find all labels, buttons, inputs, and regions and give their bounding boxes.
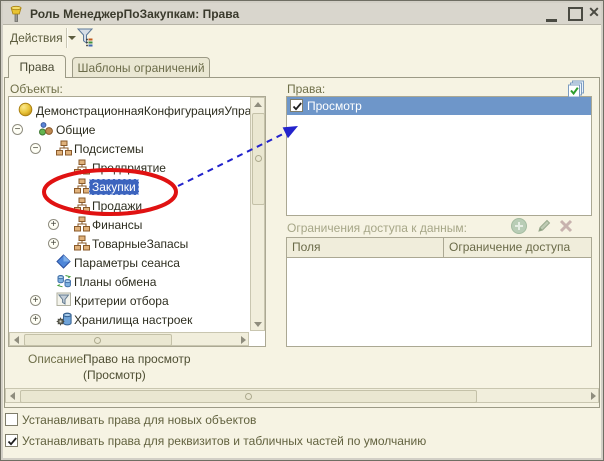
- footer-checkbox-label-0: Устанавливать права для новых объектов: [22, 413, 257, 427]
- actions-menu-button[interactable]: Действия: [6, 28, 80, 48]
- close-button[interactable]: ✕: [586, 3, 602, 21]
- tree-item-label: Параметры сеанса: [74, 256, 180, 270]
- x-icon: [559, 219, 573, 233]
- column-header-restriction[interactable]: Ограничение доступа: [449, 240, 570, 254]
- tree-vscrollbar[interactable]: [250, 97, 265, 331]
- tree-hscroll-thumb[interactable]: [24, 334, 172, 346]
- footer-checkbox-1-checked[interactable]: [5, 434, 18, 447]
- filter-icon: [76, 28, 94, 47]
- subsystem-icon: [74, 197, 90, 213]
- subsystem-icon: [74, 178, 90, 194]
- edit-restriction-button[interactable]: [536, 218, 552, 234]
- description-text-line2: (Просмотр): [83, 368, 146, 382]
- tree-item-11[interactable]: + Хранилища настроек: [9, 310, 249, 329]
- add-restriction-button[interactable]: [511, 218, 527, 234]
- expand-icon[interactable]: +: [48, 219, 59, 230]
- collapse-icon[interactable]: −: [12, 124, 23, 135]
- subsystem-icon: [74, 235, 90, 251]
- chevron-down-icon: [67, 36, 76, 40]
- checked-checkbox[interactable]: [290, 99, 303, 112]
- subsystem-icon: [56, 140, 72, 156]
- tree-item-label: Закупки: [89, 179, 139, 195]
- objects-label: Объекты:: [10, 82, 63, 96]
- description-label: Описание:: [28, 352, 87, 366]
- tab-rights[interactable]: Права: [8, 55, 66, 78]
- role-rights-window: Роль МенеджерПоЗакупкам: Права ✕ Действи…: [0, 0, 604, 461]
- common-icon: [38, 121, 54, 137]
- actions-label: Действия: [10, 31, 63, 45]
- thumb-grip-icon: [255, 155, 262, 162]
- tree-item-2[interactable]: − Подсистемы: [9, 139, 249, 158]
- tree-item-label: Предприятие: [92, 161, 166, 175]
- filter-button[interactable]: [76, 27, 96, 48]
- scroll-right-icon[interactable]: [591, 392, 596, 400]
- window-title: Роль МенеджерПоЗакупкам: Права: [30, 7, 240, 21]
- tree-hscrollbar[interactable]: [9, 332, 249, 346]
- tree-item-label: Общие: [56, 123, 96, 137]
- tree-item-label: Хранилища настроек: [74, 313, 193, 327]
- scroll-down-icon[interactable]: [254, 322, 262, 327]
- filter-criteria-icon: [56, 292, 72, 308]
- description-text-line1: Право на просмотр: [83, 352, 191, 366]
- footer-checkbox-label-1: Устанавливать права для реквизитов и таб…: [22, 434, 427, 448]
- restrictions-table-header: Поля Ограничение доступа: [287, 238, 591, 258]
- expand-icon[interactable]: +: [30, 314, 41, 325]
- expand-icon[interactable]: +: [48, 238, 59, 249]
- tree-item-9[interactable]: Планы обмена: [9, 272, 249, 291]
- scroll-right-icon[interactable]: [241, 335, 246, 344]
- tree-item-7[interactable]: + ТоварныеЗапасы: [9, 234, 249, 253]
- thumb-grip-icon: [94, 336, 101, 344]
- scroll-up-icon[interactable]: [254, 102, 262, 107]
- exchange-plan-icon: [56, 273, 72, 289]
- restrictions-label: Ограничения доступа к данным:: [287, 221, 468, 235]
- expand-icon[interactable]: +: [30, 295, 41, 306]
- delete-restriction-button[interactable]: [558, 218, 574, 234]
- tree-item-label: Финансы: [92, 218, 143, 232]
- title-bar[interactable]: Роль МенеджерПоЗакупкам: Права: [3, 3, 601, 25]
- tree-item-4-selected[interactable]: Закупки: [9, 177, 249, 196]
- rights-item-label: Просмотр: [307, 99, 362, 113]
- footer-checkbox-0-unchecked[interactable]: [5, 413, 18, 426]
- tree-item-0[interactable]: ДемонстрационнаяКонфигурацияУправл: [9, 101, 264, 120]
- column-header-fields[interactable]: Поля: [292, 240, 321, 254]
- collapse-icon[interactable]: −: [30, 143, 41, 154]
- tree-item-6[interactable]: + Финансы: [9, 215, 249, 234]
- tab-restriction-templates[interactable]: Шаблоны ограничений: [72, 57, 210, 78]
- tree-item-label: ТоварныеЗапасы: [92, 237, 189, 251]
- maximize-button[interactable]: [568, 7, 583, 21]
- subsystem-icon: [74, 159, 90, 175]
- scroll-left-icon[interactable]: [14, 335, 19, 344]
- tree-item-1[interactable]: − Общие: [9, 120, 249, 139]
- settings-storage-icon: [56, 311, 72, 327]
- tree-item-3[interactable]: Предприятие: [9, 158, 249, 177]
- tree-item-label: Подсистемы: [74, 142, 144, 156]
- rights-label: Права:: [287, 82, 326, 96]
- thumb-grip-icon: [245, 393, 252, 400]
- tree-item-label: Критерии отбора: [74, 294, 169, 308]
- tree-item-label: ДемонстрационнаяКонфигурацияУправл: [36, 104, 265, 118]
- tree-item-10[interactable]: + Критерии отбора: [9, 291, 249, 310]
- form-hscrollbar[interactable]: [5, 388, 599, 403]
- column-divider: [443, 238, 444, 257]
- rights-item-0[interactable]: Просмотр: [287, 97, 591, 115]
- subsystem-icon: [74, 216, 90, 232]
- tree-item-8[interactable]: Параметры сеанса: [9, 253, 249, 272]
- configuration-icon: [18, 102, 34, 118]
- tree-item-label: Продажи: [92, 199, 143, 213]
- minimize-button[interactable]: [546, 16, 557, 22]
- tree-vscroll-thumb[interactable]: [252, 113, 265, 205]
- scroll-left-icon[interactable]: [10, 392, 15, 400]
- session-parameter-icon: [56, 254, 72, 270]
- pencil-icon: [538, 219, 551, 232]
- role-icon: [8, 5, 24, 23]
- toolbar-separator: [66, 28, 68, 48]
- tree-item-label: Планы обмена: [74, 275, 157, 289]
- tree-item-5[interactable]: Продажи: [9, 196, 249, 215]
- form-hscroll-thumb[interactable]: [20, 390, 477, 403]
